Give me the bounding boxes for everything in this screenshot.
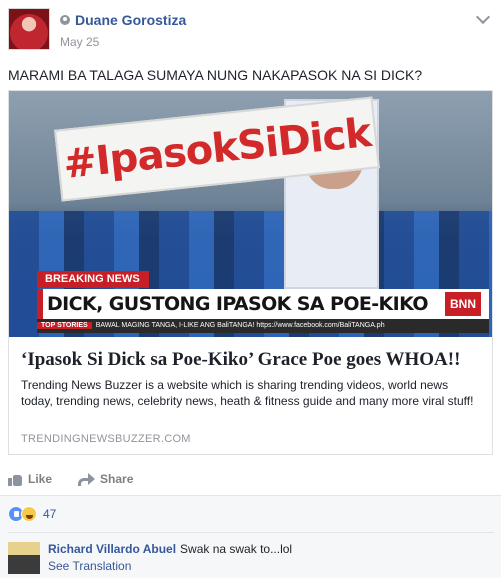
link-domain: TRENDINGNEWSBUZZER.COM <box>21 433 191 445</box>
like-label: Like <box>28 472 53 486</box>
post-actions: Like Share <box>8 467 494 491</box>
headline-bar: DICK, GUSTONG IPASOK SA POE-KIKO BNN <box>37 289 489 319</box>
comments-area: 47 Richard Villardo Abuel Swak na swak to… <box>0 496 501 578</box>
chevron-down-icon[interactable] <box>475 9 491 25</box>
news-ticker: TOP STORIES BAWAL MAGING TANGA, I-LIKE AN… <box>37 319 489 333</box>
link-preview-card[interactable]: #IpasokSiDick BREAKING NEWS DICK, GUSTON… <box>8 90 493 455</box>
like-button[interactable]: Like <box>8 467 52 491</box>
see-translation-link[interactable]: See Translation <box>48 559 131 573</box>
breaking-news-label: BREAKING NEWS <box>37 271 149 288</box>
post-header: Duane Gorostiza May 25 <box>8 8 494 56</box>
commenter-avatar[interactable] <box>8 542 40 574</box>
share-arrow-icon <box>78 473 96 486</box>
link-description: Trending News Buzzer is a website which … <box>21 378 474 408</box>
author-row: Duane Gorostiza <box>60 12 186 28</box>
link-preview-image[interactable]: #IpasokSiDick BREAKING NEWS DICK, GUSTON… <box>9 91 492 337</box>
news-logo: BNN <box>445 292 481 316</box>
reaction-count[interactable]: 47 <box>43 507 56 521</box>
ticker-text: BAWAL MAGING TANGA, I-LIKE ANG BaliTANGA… <box>95 322 385 329</box>
comment-divider <box>8 532 494 533</box>
thumbs-up-icon <box>8 472 22 486</box>
comment-item: Richard Villardo Abuel Swak na swak to...… <box>8 540 494 576</box>
share-button[interactable]: Share <box>78 467 133 491</box>
commenter-name[interactable]: Richard Villardo Abuel <box>48 542 176 556</box>
author-name[interactable]: Duane Gorostiza <box>75 12 186 28</box>
ticker-label: TOP STORIES <box>37 322 92 329</box>
comment-body: Richard Villardo Abuel Swak na swak to...… <box>48 542 292 556</box>
reactions-summary[interactable]: 47 <box>8 506 56 522</box>
post-date[interactable]: May 25 <box>60 35 99 49</box>
globe-icon <box>60 15 70 25</box>
comment-text: Swak na swak to...lol <box>180 542 293 556</box>
post-text: MARAMI BA TALAGA SUMAYA NUNG NAKAPASOK N… <box>8 67 423 83</box>
haha-reaction-icon <box>21 506 37 522</box>
headline-text: DICK, GUSTONG IPASOK SA POE-KIKO <box>47 293 429 315</box>
link-title[interactable]: ‘Ipasok Si Dick sa Poe-Kiko’ Grace Poe g… <box>21 348 481 371</box>
author-avatar[interactable] <box>8 8 50 50</box>
share-label: Share <box>100 472 134 486</box>
